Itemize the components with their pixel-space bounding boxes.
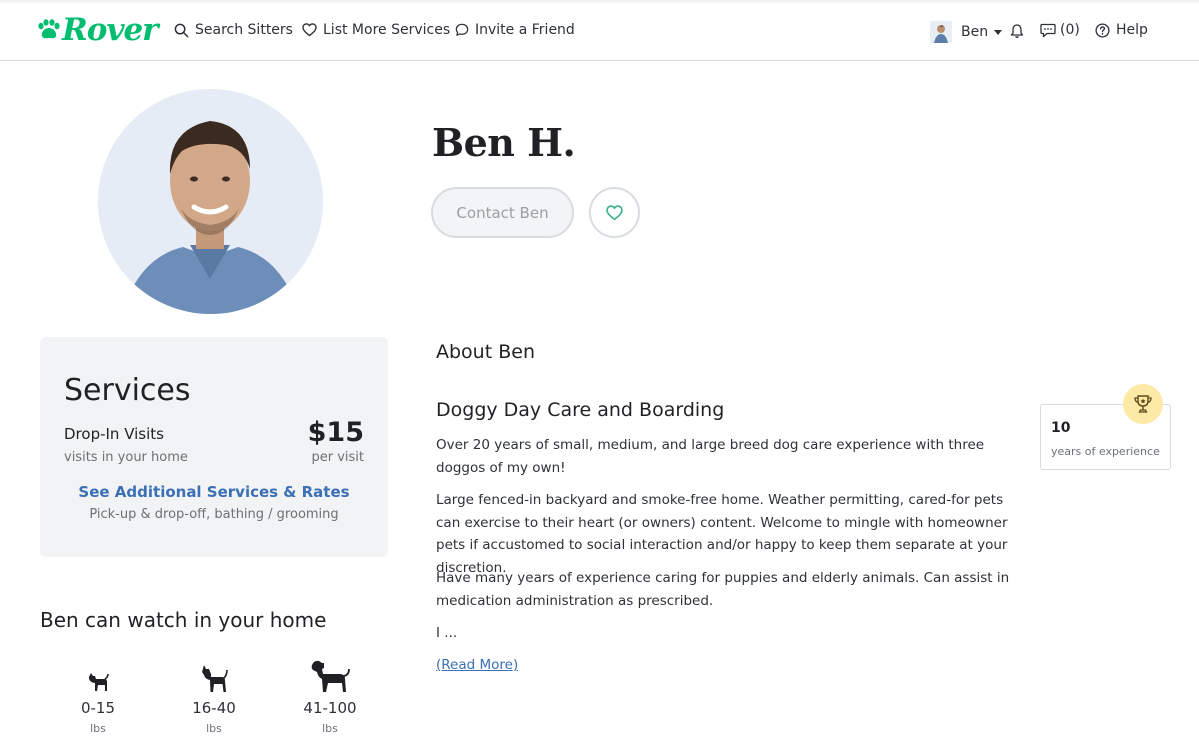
watch-title: Ben can watch in your home bbox=[40, 608, 327, 632]
nav-invite-label: Invite a Friend bbox=[475, 22, 575, 38]
experience-label: years of experience bbox=[1051, 445, 1160, 458]
chevron-down-icon bbox=[994, 29, 1003, 35]
dog-size-unit: lbs bbox=[322, 722, 338, 735]
additional-services-link[interactable]: See Additional Services & Rates bbox=[40, 483, 388, 501]
dog-size-unit: lbs bbox=[206, 722, 222, 735]
about-title: About Ben bbox=[436, 341, 535, 363]
read-more-link[interactable]: (Read More) bbox=[436, 657, 518, 673]
avatar bbox=[930, 21, 952, 43]
about-paragraph: Over 20 years of small, medium, and larg… bbox=[436, 437, 985, 476]
experience-years: 10 bbox=[1051, 420, 1071, 436]
service-name: Drop-In Visits bbox=[64, 425, 164, 443]
contact-button[interactable]: Contact Ben bbox=[431, 187, 574, 238]
messages-count: (0) bbox=[1060, 22, 1080, 38]
heart-icon bbox=[606, 204, 623, 220]
nav-list-services[interactable]: List More Services bbox=[302, 20, 450, 40]
top-navigation: Rover Search Sitters List More Services … bbox=[0, 0, 1199, 61]
dog-size-small: 0-15 lbs bbox=[48, 655, 148, 735]
chat-bubble-icon bbox=[455, 23, 469, 36]
heart-icon bbox=[302, 23, 317, 37]
favorite-button[interactable] bbox=[589, 187, 640, 238]
service-subtitle: visits in your home bbox=[64, 450, 188, 465]
dog-size-range: 41-100 bbox=[303, 699, 357, 717]
service-price: $15 bbox=[307, 417, 364, 448]
nav-search-label: Search Sitters bbox=[195, 22, 293, 38]
service-price-unit: per visit bbox=[311, 450, 364, 465]
bell-icon bbox=[1010, 24, 1024, 38]
additional-services-subtitle: Pick-up & drop-off, bathing / grooming bbox=[89, 507, 339, 522]
message-icon bbox=[1040, 23, 1056, 37]
small-dog-icon bbox=[89, 673, 109, 691]
user-name: Ben bbox=[961, 24, 989, 40]
logo-wordmark: Rover bbox=[62, 12, 159, 48]
about-paragraph: Large fenced-in backyard and smoke-free … bbox=[436, 492, 1008, 576]
dog-size-large: 41-100 lbs bbox=[280, 655, 380, 735]
search-icon bbox=[174, 23, 189, 37]
services-card: Services Drop-In Visits visits in your h… bbox=[40, 337, 388, 557]
about-paragraph: Have many years of experience caring for… bbox=[436, 570, 1010, 609]
profile-name: Ben H. bbox=[432, 120, 576, 165]
medium-dog-icon bbox=[202, 665, 228, 692]
nav-list-label: List More Services bbox=[323, 22, 451, 38]
nav-search-sitters[interactable]: Search Sitters bbox=[174, 20, 293, 40]
services-title: Services bbox=[64, 373, 191, 408]
notifications-button[interactable] bbox=[1009, 21, 1031, 41]
about-paragraph: I ... bbox=[436, 625, 458, 641]
large-dog-icon bbox=[311, 660, 350, 692]
paw-icon bbox=[38, 19, 60, 39]
help-button[interactable]: Help bbox=[1095, 20, 1148, 40]
about-headline: Doggy Day Care and Boarding bbox=[436, 399, 725, 421]
messages-button[interactable]: (0) bbox=[1040, 20, 1080, 40]
help-icon bbox=[1095, 22, 1110, 38]
rover-logo[interactable]: Rover bbox=[36, 11, 159, 49]
nav-invite-friend[interactable]: Invite a Friend bbox=[455, 20, 575, 40]
trophy-icon bbox=[1134, 395, 1152, 413]
dog-size-range: 16-40 bbox=[192, 699, 236, 717]
dog-size-range: 0-15 bbox=[80, 699, 116, 717]
profile-photo bbox=[98, 89, 323, 314]
help-label: Help bbox=[1116, 22, 1148, 38]
dog-size-unit: lbs bbox=[90, 722, 106, 735]
trophy-badge bbox=[1123, 384, 1163, 424]
dog-size-medium: 16-40 lbs bbox=[164, 655, 264, 735]
user-menu[interactable]: Ben bbox=[930, 20, 1003, 44]
